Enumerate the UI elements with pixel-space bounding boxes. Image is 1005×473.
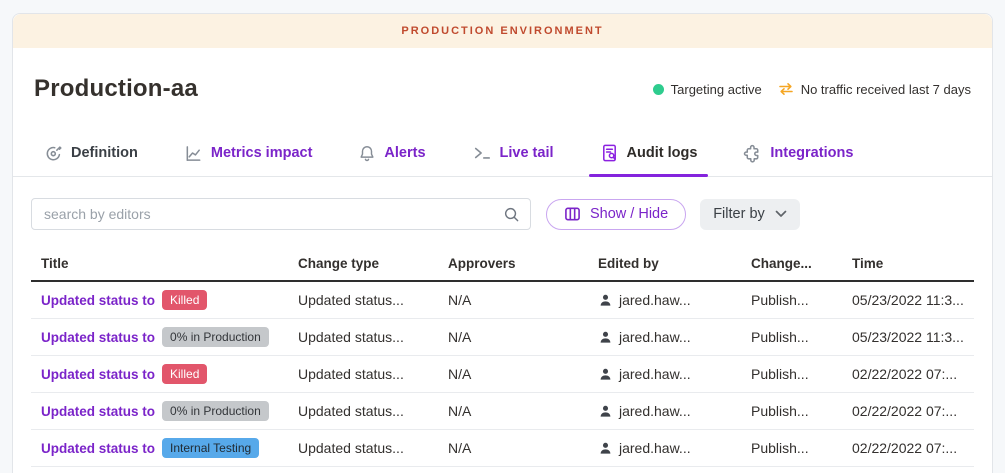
change-type-cell: Updated status...	[298, 403, 448, 419]
tab-definition[interactable]: Definition	[33, 134, 149, 176]
table-header-row: Title Change type Approvers Edited by Ch…	[31, 246, 974, 282]
line-chart-icon	[184, 144, 203, 163]
traffic-status-label: No traffic received last 7 days	[801, 82, 971, 97]
tab-audit-logs[interactable]: Audit logs	[589, 134, 709, 176]
tab-integrations[interactable]: Integrations	[732, 134, 864, 176]
tab-label: Alerts	[384, 145, 425, 161]
change-type-cell: Updated status...	[298, 366, 448, 382]
terminal-icon	[472, 144, 492, 162]
row-title-link[interactable]: Updated status to	[41, 330, 155, 345]
change-type-cell: Updated status...	[298, 440, 448, 456]
audit-log-table: Title Change type Approvers Edited by Ch…	[13, 246, 992, 467]
row-title-link[interactable]: Updated status to	[41, 441, 155, 456]
status-badge: Killed	[162, 364, 207, 384]
columns-icon	[564, 206, 581, 222]
change-cell: Publish...	[751, 440, 852, 456]
row-title-link[interactable]: Updated status to	[41, 367, 155, 382]
traffic-status: No traffic received last 7 days	[778, 82, 971, 97]
tab-label: Audit logs	[627, 145, 698, 161]
column-header-change[interactable]: Change...	[751, 256, 852, 271]
bell-icon	[358, 144, 376, 163]
status-badge: 0% in Production	[162, 401, 269, 421]
column-header-edited-by[interactable]: Edited by	[598, 256, 751, 271]
person-icon	[598, 367, 613, 382]
feature-flag-card: PRODUCTION ENVIRONMENT Production-aa Tar…	[12, 13, 993, 473]
approvers-cell: N/A	[448, 366, 598, 382]
puzzle-icon	[743, 144, 762, 163]
targeting-status-label: Targeting active	[671, 82, 762, 97]
tab-label: Live tail	[500, 145, 554, 161]
tab-bar: Definition Metrics impact Alerts	[13, 134, 992, 177]
change-type-cell: Updated status...	[298, 329, 448, 345]
green-dot-icon	[653, 84, 664, 95]
person-icon	[598, 404, 613, 419]
time-cell: 05/23/2022 11:3...	[852, 292, 974, 308]
time-cell: 02/22/2022 07:...	[852, 366, 974, 382]
traffic-arrows-icon	[778, 82, 794, 96]
toolbar: Show / Hide Filter by	[13, 198, 992, 230]
tab-label: Integrations	[770, 145, 853, 161]
approvers-cell: N/A	[448, 403, 598, 419]
edited-by-cell: jared.haw...	[619, 440, 691, 456]
edited-by-cell: jared.haw...	[619, 403, 691, 419]
approvers-cell: N/A	[448, 292, 598, 308]
search-input[interactable]	[44, 206, 503, 222]
search-box[interactable]	[31, 198, 531, 230]
status-group: Targeting active No traffic received las…	[653, 82, 971, 97]
status-badge: 0% in Production	[162, 327, 269, 347]
change-cell: Publish...	[751, 329, 852, 345]
status-badge: Killed	[162, 290, 207, 310]
tab-label: Metrics impact	[211, 145, 313, 161]
table-row[interactable]: Updated status to Killed Updated status.…	[31, 356, 974, 393]
targeting-status: Targeting active	[653, 82, 762, 97]
table-row[interactable]: Updated status to Internal Testing Updat…	[31, 430, 974, 467]
page-header: Production-aa Targeting active No traffi…	[13, 75, 992, 103]
time-cell: 02/22/2022 07:...	[852, 440, 974, 456]
tab-alerts[interactable]: Alerts	[347, 134, 436, 176]
audit-log-icon	[600, 143, 619, 163]
person-icon	[598, 441, 613, 456]
edited-by-cell: jared.haw...	[619, 329, 691, 345]
table-row[interactable]: Updated status to 0% in Production Updat…	[31, 319, 974, 356]
status-badge: Internal Testing	[162, 438, 259, 458]
column-header-change-type[interactable]: Change type	[298, 256, 448, 271]
page-title: Production-aa	[34, 75, 198, 103]
edited-by-cell: jared.haw...	[619, 292, 691, 308]
change-cell: Publish...	[751, 403, 852, 419]
time-cell: 02/22/2022 07:...	[852, 403, 974, 419]
show-hide-button[interactable]: Show / Hide	[546, 199, 686, 230]
edited-by-cell: jared.haw...	[619, 366, 691, 382]
filter-by-label: Filter by	[713, 206, 765, 222]
row-title-link[interactable]: Updated status to	[41, 293, 155, 308]
target-icon	[44, 144, 63, 163]
approvers-cell: N/A	[448, 440, 598, 456]
tab-metrics-impact[interactable]: Metrics impact	[173, 134, 324, 176]
approvers-cell: N/A	[448, 329, 598, 345]
change-cell: Publish...	[751, 292, 852, 308]
person-icon	[598, 330, 613, 345]
person-icon	[598, 293, 613, 308]
table-row[interactable]: Updated status to Killed Updated status.…	[31, 282, 974, 319]
row-title-link[interactable]: Updated status to	[41, 404, 155, 419]
change-cell: Publish...	[751, 366, 852, 382]
column-header-approvers[interactable]: Approvers	[448, 256, 598, 271]
column-header-title[interactable]: Title	[31, 256, 298, 271]
table-row[interactable]: Updated status to 0% in Production Updat…	[31, 393, 974, 430]
tab-label: Definition	[71, 145, 138, 161]
search-icon	[503, 206, 520, 223]
column-header-time[interactable]: Time	[852, 256, 974, 271]
tab-live-tail[interactable]: Live tail	[461, 134, 565, 176]
time-cell: 05/23/2022 11:3...	[852, 329, 974, 345]
change-type-cell: Updated status...	[298, 292, 448, 308]
chevron-down-icon	[775, 210, 787, 218]
show-hide-label: Show / Hide	[590, 206, 668, 222]
filter-by-button[interactable]: Filter by	[700, 199, 800, 230]
environment-banner: PRODUCTION ENVIRONMENT	[13, 14, 992, 48]
